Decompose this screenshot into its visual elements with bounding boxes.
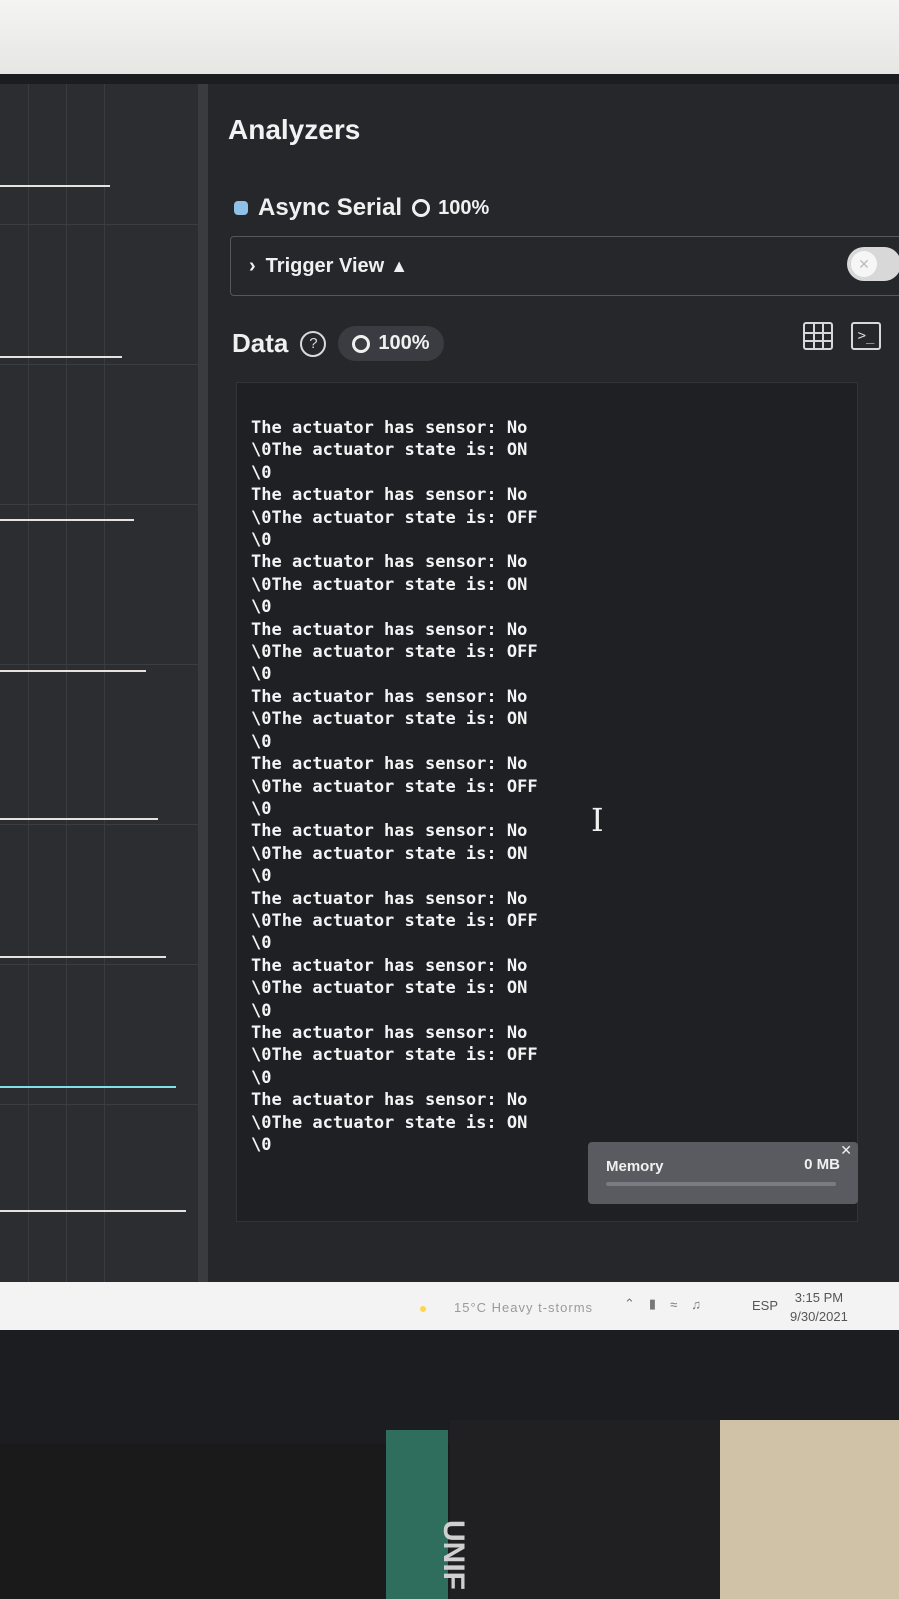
trigger-view-expander[interactable]: › Trigger View ▲ ✕ xyxy=(230,236,899,296)
data-view-toolbar: >_ xyxy=(803,322,881,350)
weather-widget[interactable]: 15°C Heavy t-storms xyxy=(420,1300,593,1315)
channel-signal xyxy=(0,956,166,958)
warning-icon: ▲ xyxy=(390,255,409,276)
channel-row[interactable] xyxy=(0,224,198,365)
app-window: Analyzers Async Serial 100% › Trigger Vi… xyxy=(0,84,899,1302)
channel-row[interactable] xyxy=(0,364,198,521)
channel-signal xyxy=(0,185,110,187)
analyzers-panel: Analyzers Async Serial 100% › Trigger Vi… xyxy=(208,84,899,1302)
device-label: UNIF xyxy=(437,1520,470,1590)
clock-time: 3:15 PM xyxy=(794,1290,844,1305)
table-icon[interactable] xyxy=(803,322,833,350)
text-cursor-icon: I xyxy=(591,801,604,839)
data-progress-chip: 100% xyxy=(338,326,444,361)
analyzer-progress: 100% xyxy=(412,197,489,220)
channel-row[interactable] xyxy=(0,524,198,672)
wifi-icon[interactable]: ≈ xyxy=(670,1297,677,1312)
analyzer-progress-value: 100% xyxy=(438,196,490,219)
channel-signal xyxy=(0,1086,176,1088)
close-icon: ✕ xyxy=(851,251,877,277)
analyzer-name: Async Serial xyxy=(258,194,403,221)
memory-label: Memory xyxy=(606,1158,664,1175)
help-icon[interactable]: ? xyxy=(300,330,327,357)
terminal-text: The actuator has sensor: No \0The actuat… xyxy=(251,418,538,1155)
progress-ring-icon xyxy=(352,334,371,353)
channel-signal xyxy=(0,818,158,820)
data-header: Data ? 100% xyxy=(232,326,444,361)
windows-taskbar: 15°C Heavy t-storms ⌃ ▮ ≈ ♫ ESP 3:15 PM … xyxy=(0,1282,899,1330)
language-indicator[interactable]: ESP xyxy=(752,1298,778,1313)
channel-row[interactable] xyxy=(0,84,198,225)
battery-icon[interactable]: ▮ xyxy=(649,1296,656,1312)
channel-signal xyxy=(0,670,146,672)
progress-ring-icon xyxy=(412,199,431,217)
data-progress-value: 100% xyxy=(378,332,430,354)
analyzer-color-icon xyxy=(234,201,248,215)
clock-date: 9/30/2021 xyxy=(790,1309,848,1324)
weather-text: 15°C Heavy t-storms xyxy=(454,1300,594,1315)
terminal-output[interactable]: The actuator has sensor: No \0The actuat… xyxy=(236,382,858,1222)
close-icon[interactable]: ✕ xyxy=(840,1142,852,1159)
system-tray: ⌃ ▮ ≈ ♫ xyxy=(624,1296,701,1312)
device-box xyxy=(450,1420,720,1599)
waveform-panel[interactable] xyxy=(0,84,208,1302)
channel-row[interactable] xyxy=(0,824,198,965)
volume-icon[interactable]: ♫ xyxy=(691,1297,701,1312)
trigger-view-label: Trigger View xyxy=(265,254,385,277)
channel-signal xyxy=(0,1210,186,1212)
channel-signal xyxy=(0,519,134,521)
memory-widget: Memory 0 MB ✕ xyxy=(588,1142,858,1204)
memory-bar xyxy=(606,1182,836,1186)
trigger-view-toggle[interactable]: ✕ xyxy=(847,247,899,281)
chevron-right-icon: › xyxy=(249,254,256,277)
channel-signal xyxy=(0,356,122,358)
chevron-up-icon[interactable]: ⌃ xyxy=(624,1296,635,1312)
memory-value: 0 MB xyxy=(804,1156,840,1173)
analyzer-item[interactable]: Async Serial 100% xyxy=(234,194,489,222)
channel-row[interactable] xyxy=(0,1104,198,1244)
channel-row[interactable] xyxy=(0,964,198,1105)
wooden-surface xyxy=(720,1420,899,1599)
clock[interactable]: 3:15 PM 9/30/2021 xyxy=(790,1288,848,1326)
channel-row[interactable] xyxy=(0,684,198,825)
panel-title: Analyzers xyxy=(228,114,361,145)
data-label: Data xyxy=(232,328,289,358)
terminal-icon[interactable]: >_ xyxy=(851,322,881,350)
weather-icon xyxy=(420,1305,426,1312)
